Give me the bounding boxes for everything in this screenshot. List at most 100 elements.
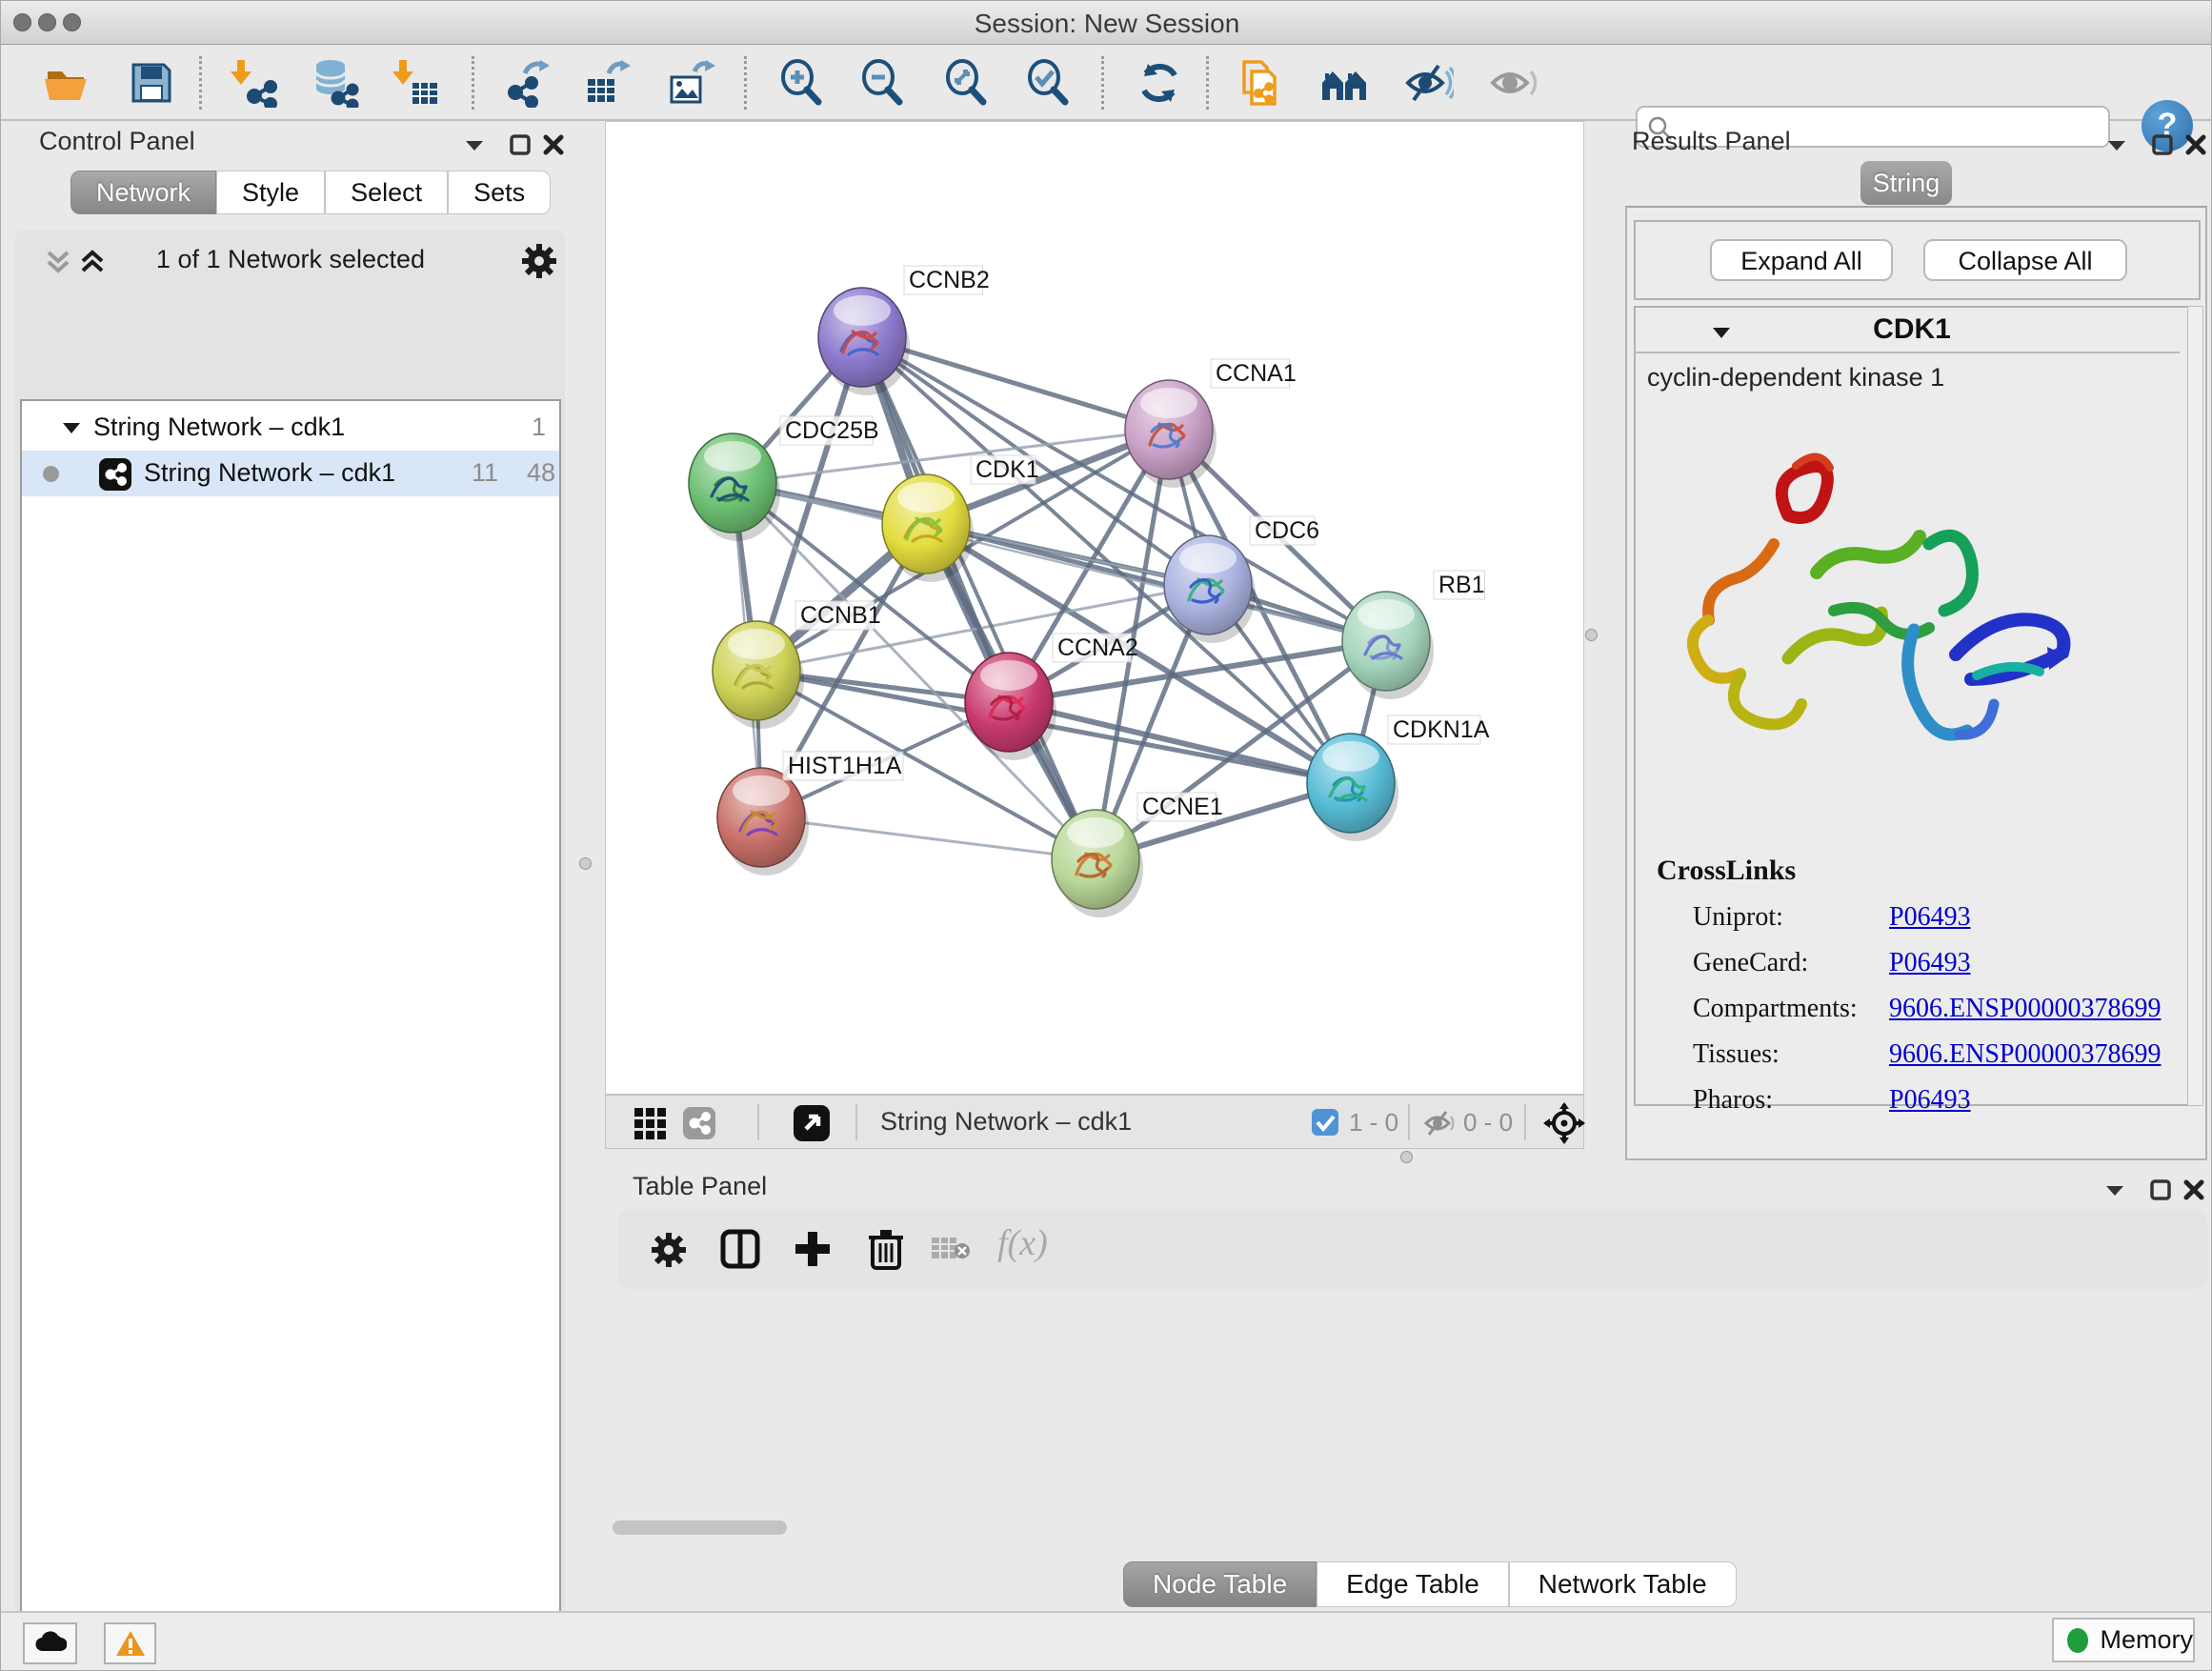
node-label-CCNA1: CCNA1 [1211,359,1297,388]
network-canvas[interactable]: CCNB2CCNA1CDC25BCDK1CDC6RB1CCNB1CCNA2CDK… [605,121,1584,1095]
toolbar-separator [744,56,747,110]
maximize-panel-icon[interactable] [504,129,536,161]
open-session-icon[interactable] [41,58,90,108]
node-label-CCNB2: CCNB2 [904,266,990,294]
network-collection-row[interactable]: String Network – cdk1 1 [22,405,559,451]
hide-selected-icon[interactable] [1404,58,1454,108]
table-panel-title: Table Panel [633,1172,767,1201]
network-node-RB1[interactable] [1342,592,1434,699]
network-node-CDC25B[interactable] [689,433,780,541]
first-neighbors-icon[interactable] [1319,58,1369,108]
selected-checkbox-icon[interactable] [1311,1108,1339,1137]
detach-view-icon[interactable] [793,1104,831,1142]
memory-label: Memory [2100,1625,2193,1655]
hidden-eye-icon [1423,1107,1456,1139]
refresh-icon[interactable] [1135,58,1184,108]
import-table-from-file-icon[interactable] [392,58,441,108]
crosslink-link[interactable]: P06493 [1889,948,1971,978]
control-panel-tabs: NetworkStyleSelectSets [70,171,551,214]
close-panel-icon[interactable] [2180,129,2212,161]
show-hide-columns-icon[interactable] [719,1228,761,1270]
fit-selected-crosshair-icon[interactable] [1543,1102,1585,1144]
network-type-icon [98,457,132,492]
tab-select[interactable]: Select [325,171,448,214]
tab-style[interactable]: Style [216,171,325,214]
tab-edge-table[interactable]: Edge Table [1317,1561,1509,1607]
node-label-HIST1H1A: HIST1H1A [783,752,903,780]
network-node-HIST1H1A[interactable] [717,768,809,876]
save-session-icon[interactable] [127,58,176,108]
svg-text:CDC25B: CDC25B [785,417,879,444]
network-edge[interactable] [862,337,1096,859]
export-table-icon[interactable] [582,58,632,108]
network-node-CCNE1[interactable] [1052,810,1143,917]
maximize-panel-icon[interactable] [2146,129,2179,161]
collapse-all-button[interactable]: Collapse All [1923,239,2127,281]
table-toolbar: f(x) [618,1209,2207,1289]
network-node-CDK1[interactable] [882,474,974,582]
crosslink-link[interactable]: P06493 [1889,1085,1971,1116]
crosslink-link[interactable]: P06493 [1889,902,1971,933]
collection-expand-icon[interactable] [58,414,85,441]
warning-status-button[interactable] [104,1622,156,1664]
crosslink-link[interactable]: 9606.ENSP00000378699 [1889,1039,2161,1070]
crosslink-label: Tissues: [1693,1039,1889,1070]
crosslink-row: Uniprot:P06493 [1693,895,2188,940]
tab-node-table[interactable]: Node Table [1123,1561,1317,1607]
close-panel-icon[interactable] [2178,1174,2210,1206]
expand-collapse-bar: Expand All Collapse All [1634,220,2201,300]
clone-network-icon[interactable] [1235,58,1284,108]
memory-button[interactable]: Memory [2052,1618,2195,1662]
network-node-CCNA2[interactable] [965,653,1056,760]
import-network-from-database-icon[interactable] [310,58,359,108]
zoom-out-icon[interactable] [858,58,908,108]
maximize-panel-icon[interactable] [2144,1174,2177,1206]
network-graph[interactable]: CCNB2CCNA1CDC25BCDK1CDC6RB1CCNB1CCNA2CDK… [606,122,1583,1094]
export-image-icon[interactable] [666,58,715,108]
float-panel-icon[interactable] [458,129,491,161]
tab-sets[interactable]: Sets [448,171,551,214]
network-view-icon[interactable] [682,1106,716,1140]
zoom-fit-icon[interactable] [942,58,992,108]
protein-name: CDK1 [1779,313,2045,346]
network-edge[interactable] [761,817,1096,859]
left-splitter-handle[interactable] [579,857,592,870]
network-node-CDKN1A[interactable] [1307,734,1398,841]
network-node-CCNA1[interactable] [1125,380,1217,488]
delete-columns-icon[interactable] [864,1226,908,1272]
close-panel-icon[interactable] [537,129,570,161]
show-all-icon[interactable] [1489,58,1538,108]
network-node-CCNB2[interactable] [818,288,910,395]
svg-text:CDK1: CDK1 [975,456,1039,483]
bottom-splitter-handle[interactable] [1400,1151,1413,1163]
float-panel-icon[interactable] [2101,129,2133,161]
crosslink-label: Pharos: [1693,1085,1889,1116]
right-splitter-handle[interactable] [1585,629,1598,641]
collapse-section-icon[interactable] [1708,319,1735,346]
selected-count: 1 - 0 [1349,1108,1398,1137]
float-panel-icon[interactable] [2099,1174,2131,1206]
zoom-selected-icon[interactable] [1024,58,1074,108]
create-column-icon[interactable] [792,1228,834,1270]
expand-all-button[interactable]: Expand All [1710,239,1893,281]
network-options-gear-icon[interactable] [519,241,559,281]
tab-network-table[interactable]: Network Table [1509,1561,1737,1607]
crosslink-link[interactable]: 9606.ENSP00000378699 [1889,994,2161,1024]
export-network-icon[interactable] [502,58,552,108]
grid-view-icon[interactable] [633,1106,667,1140]
table-hscrollbar[interactable] [613,1520,787,1535]
tab-string[interactable]: String [1860,161,1952,205]
zoom-in-icon[interactable] [777,58,827,108]
table-tabs: Node TableEdge TableNetwork Table [1123,1561,1737,1607]
import-network-from-file-icon[interactable] [230,58,279,108]
network-selection-status: 1 of 1 Network selected [100,245,481,274]
protein-card-header[interactable]: CDK1 [1636,308,2180,353]
network-row[interactable]: String Network – cdk1 11 48 [22,451,559,496]
viewbar-separator [855,1104,857,1140]
node-label-CCNB1: CCNB1 [795,601,881,630]
results-scrollbar[interactable] [2187,306,2203,1106]
table-settings-gear-icon[interactable] [649,1230,689,1270]
tab-network[interactable]: Network [70,171,216,214]
collapse-all-icon[interactable] [41,245,75,279]
cloud-status-button[interactable] [23,1622,77,1664]
